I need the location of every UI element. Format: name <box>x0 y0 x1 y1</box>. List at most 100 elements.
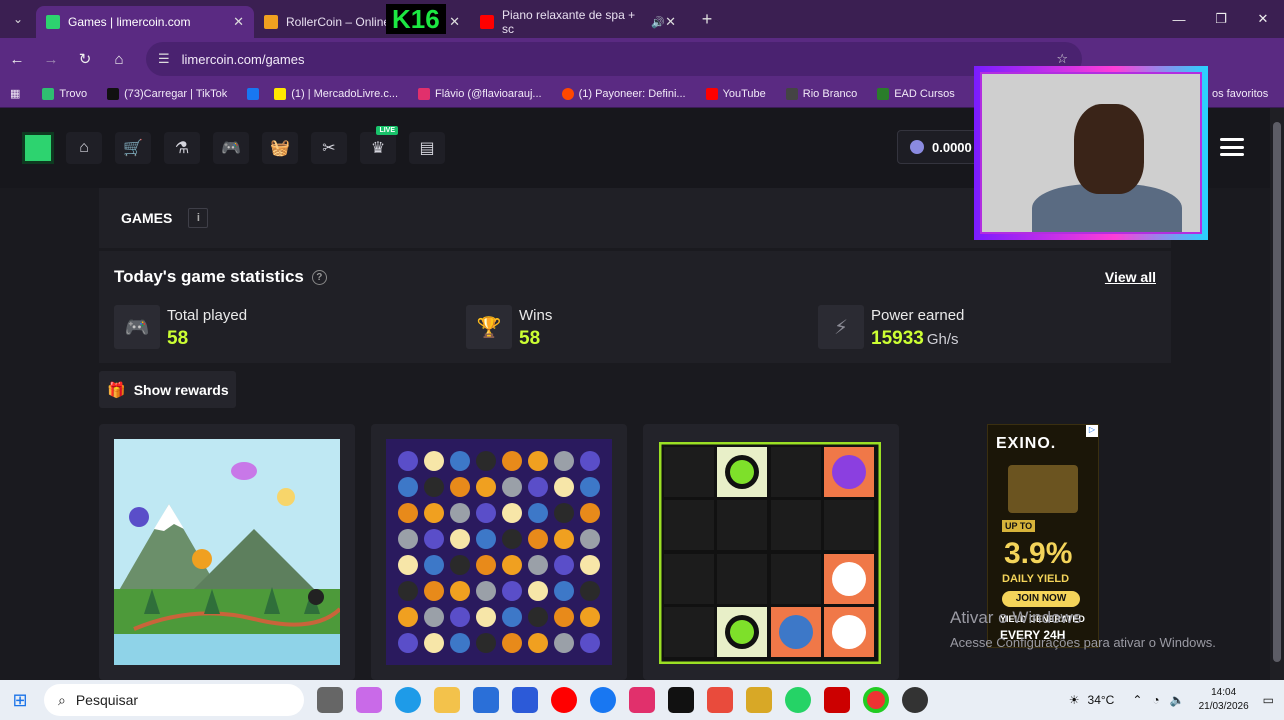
youtube-icon[interactable] <box>551 687 577 713</box>
close-window-icon[interactable]: ✕ <box>1242 11 1284 27</box>
audio-playing-icon[interactable]: 🔊 <box>651 16 665 29</box>
crypto-token <box>580 581 600 601</box>
shopping-icon[interactable] <box>707 687 733 713</box>
forward-icon[interactable]: → <box>34 51 68 68</box>
home-nav-icon[interactable]: ⌂ <box>66 132 102 164</box>
close-tab-icon[interactable]: ✕ <box>233 14 244 30</box>
home-icon[interactable]: ⌂ <box>102 51 136 68</box>
bookmark-item[interactable]: Flávio (@flavioarauj... <box>418 87 542 100</box>
show-rewards-label: Show rewards <box>133 381 229 398</box>
cart-nav-icon[interactable]: 🛒 <box>115 132 151 164</box>
bookmark-item[interactable] <box>247 87 264 100</box>
crypto-token <box>424 555 444 575</box>
x-icon[interactable] <box>668 687 694 713</box>
bookmark-item[interactable]: EAD Cursos <box>877 87 955 100</box>
folder-icon[interactable] <box>746 687 772 713</box>
tab-games[interactable]: Games | limercoin.com ✕ <box>36 6 254 38</box>
back-icon[interactable]: ← <box>0 51 34 68</box>
task-view-icon[interactable] <box>317 687 343 713</box>
site-info-icon[interactable]: ☰ <box>158 51 170 67</box>
whatsapp-icon[interactable] <box>785 687 811 713</box>
netflix-icon[interactable] <box>824 687 850 713</box>
crypto-token <box>424 529 444 549</box>
youtube-favicon-icon <box>480 15 494 29</box>
crown-nav-icon[interactable]: ♛ LIVE <box>360 126 398 164</box>
bookmark-item[interactable]: os favoritos <box>1212 88 1268 100</box>
address-bar[interactable]: ☰ limercoin.com/games ☆ <box>146 42 1082 76</box>
crypto-token <box>476 477 496 497</box>
temperature: 34°C <box>1087 693 1115 707</box>
gift-icon: 🎁 <box>107 381 126 399</box>
site-logo[interactable] <box>22 132 54 164</box>
file-explorer-icon[interactable] <box>434 687 460 713</box>
lightning-icon: ⚡ <box>818 305 864 349</box>
instagram-icon[interactable] <box>629 687 655 713</box>
list-nav-icon[interactable]: ▤ <box>409 132 445 164</box>
show-rewards-button[interactable]: 🎁 Show rewards <box>99 371 236 408</box>
ad-join-button[interactable]: JOIN NOW <box>1002 591 1080 607</box>
crypto-token <box>554 503 574 523</box>
game-card-coin-flip[interactable] <box>99 424 355 680</box>
bookmark-item[interactable]: Trovo <box>42 87 87 100</box>
page-scrollbar[interactable] <box>1270 108 1284 680</box>
balance-display[interactable]: 0.0000 <box>897 130 981 164</box>
bookmark-label: (1) | MercadoLivre.c... <box>291 87 399 100</box>
reload-icon[interactable]: ↻ <box>68 50 102 68</box>
network-icon[interactable]: ◔ <box>1152 693 1159 707</box>
bookmark-item[interactable]: YouTube <box>705 87 766 100</box>
basket-nav-icon[interactable]: 🧺 <box>262 132 298 164</box>
stat-label: Wins <box>519 307 553 324</box>
crypto-token <box>398 633 418 653</box>
tab-search-button[interactable]: ⌄ <box>0 0 36 38</box>
windows-start-icon[interactable]: ⊞ <box>0 690 40 711</box>
taskbar-search[interactable]: ⌕ Pesquisar <box>44 684 304 716</box>
outlook-icon[interactable] <box>512 687 538 713</box>
crypto-token <box>554 451 574 471</box>
tools-nav-icon[interactable]: ✂ <box>311 132 347 164</box>
bookmark-item[interactable]: (1) Payoneer: Defini... <box>561 87 686 100</box>
bookmark-item[interactable]: (1) | MercadoLivre.c... <box>274 87 399 100</box>
activate-windows-title: Ativar o Windows <box>950 608 1082 627</box>
volume-icon[interactable]: 🔈 <box>1170 693 1185 707</box>
search-placeholder: Pesquisar <box>75 692 139 708</box>
info-icon[interactable]: i <box>188 208 209 228</box>
tab-piano[interactable]: Piano relaxante de spa + sc 🔊 ✕ <box>470 6 686 38</box>
crypto-token <box>528 503 548 523</box>
chrome-icon[interactable] <box>863 687 889 713</box>
page-title: GAMES <box>121 210 173 226</box>
crypto-token <box>554 607 574 627</box>
apps-icon[interactable]: ▦ <box>10 87 20 100</box>
notifications-icon[interactable]: ▭ <box>1263 693 1274 707</box>
help-icon[interactable]: ? <box>311 270 327 286</box>
minimize-icon[interactable]: — <box>1158 12 1200 27</box>
bookmark-item[interactable]: (73)Carregar | TikTok <box>107 87 227 100</box>
app-icon[interactable] <box>902 687 928 713</box>
game-card-2048[interactable] <box>643 424 899 680</box>
facebook-icon[interactable] <box>590 687 616 713</box>
new-tab-button[interactable]: + <box>692 9 722 30</box>
scrollbar-thumb[interactable] <box>1273 122 1281 662</box>
nav-icons: ⌂ 🛒 ⚗ 🎮 🧺 ✂ ♛ LIVE ▤ <box>66 126 445 164</box>
rollercoin-favicon-icon <box>264 15 278 29</box>
store-icon[interactable] <box>473 687 499 713</box>
weather-icon[interactable]: ☀ <box>1069 693 1080 707</box>
crypto-token <box>398 503 418 523</box>
game-card-match-three[interactable] <box>371 424 627 680</box>
crypto-token <box>554 581 574 601</box>
clock[interactable]: 14:04 21/03/2026 <box>1199 686 1249 714</box>
bookmark-favicon-icon <box>42 87 55 100</box>
view-all-link[interactable]: View all <box>1105 269 1156 285</box>
flask-nav-icon[interactable]: ⚗ <box>164 132 200 164</box>
edge-icon[interactable] <box>395 687 421 713</box>
bookmark-star-icon[interactable]: ☆ <box>1056 51 1068 67</box>
hamburger-menu-icon[interactable] <box>1220 138 1244 156</box>
crypto-token <box>476 581 496 601</box>
close-tab-icon[interactable]: ✕ <box>665 14 676 30</box>
copilot-icon[interactable] <box>356 687 382 713</box>
close-tab-icon[interactable]: ✕ <box>449 14 460 30</box>
adchoices-icon[interactable]: ▷ <box>1086 425 1098 437</box>
gamepad-nav-icon[interactable]: 🎮 <box>213 132 249 164</box>
tray-chevron-icon[interactable]: ⌃ <box>1132 693 1142 707</box>
maximize-icon[interactable]: ❐ <box>1200 11 1242 27</box>
bookmark-item[interactable]: Rio Branco <box>785 87 857 100</box>
